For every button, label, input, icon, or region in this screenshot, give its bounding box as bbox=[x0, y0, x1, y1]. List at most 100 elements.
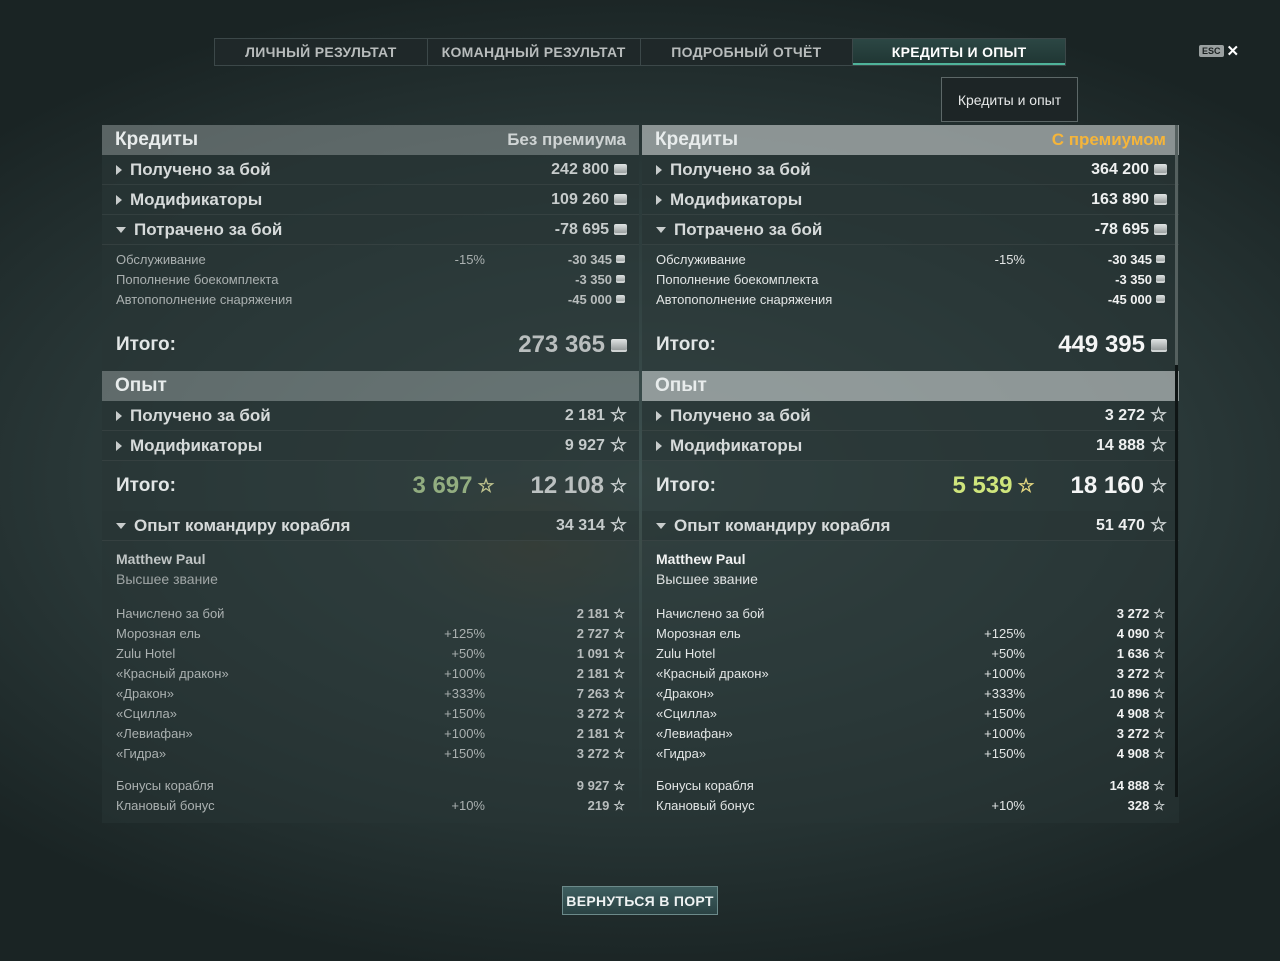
return-to-port-button[interactable]: ВЕРНУТЬСЯ В ПОРТ bbox=[562, 886, 718, 915]
modifiers-label: Модификаторы bbox=[670, 189, 803, 209]
earned-label: Получено за бой bbox=[670, 159, 811, 179]
xp-star-icon: ☆ bbox=[1153, 777, 1165, 793]
xp-modifiers-label: Модификаторы bbox=[670, 435, 803, 455]
xp-modifiers-value: 9 927 bbox=[564, 436, 605, 454]
xp-star-icon: ☆ bbox=[613, 777, 625, 793]
triangle-down-icon bbox=[656, 522, 666, 529]
credits-total-value: 273 365 bbox=[518, 331, 605, 358]
commander-name: Matthew Paul bbox=[656, 551, 746, 567]
supply-line: Автопополнение снаряжения -45 000 bbox=[116, 289, 625, 309]
commander-xp-row[interactable]: Опыт командиру корабля 51 470 ☆ bbox=[642, 511, 1179, 541]
credits-earned-row[interactable]: Получено за бой 364 200 bbox=[642, 155, 1179, 185]
credits-coin-icon bbox=[616, 255, 625, 263]
account-mode-label: С премиумом bbox=[1051, 130, 1166, 149]
credits-total-label: Итого: bbox=[656, 334, 716, 355]
credits-coin-icon bbox=[616, 295, 625, 303]
xp-star-icon: ☆ bbox=[477, 475, 495, 497]
xp-title: Опыт bbox=[115, 375, 167, 396]
service-line: Обслуживание -15% -30 345 bbox=[116, 249, 625, 269]
commander-name: Matthew Paul bbox=[116, 551, 206, 567]
credits-modifiers-row[interactable]: Модификаторы 163 890 bbox=[642, 185, 1179, 215]
xp-earned-value: 3 272 bbox=[1104, 406, 1145, 424]
xp-star-icon: ☆ bbox=[613, 797, 625, 813]
service-line: Обслуживание -15% -30 345 bbox=[656, 249, 1165, 269]
xp-total-row: Итого: 3 697 ☆ 12 108 ☆ bbox=[102, 461, 639, 511]
xp-earned-value: 2 181 bbox=[564, 406, 605, 424]
ship-xp-total-value: 3 697 bbox=[412, 472, 473, 499]
xp-star-icon: ☆ bbox=[613, 605, 625, 621]
xp-earned-label: Получено за бой bbox=[130, 405, 271, 425]
xp-star-icon: ☆ bbox=[1153, 725, 1165, 741]
xp-total-label: Итого: bbox=[656, 475, 716, 496]
tab-detailed-report[interactable]: ПОДРОБНЫЙ ОТЧЁТ bbox=[641, 39, 854, 65]
spent-label: Потрачено за бой bbox=[674, 219, 823, 239]
commander-rank: Высшее звание bbox=[116, 571, 218, 587]
xp-modifiers-row[interactable]: Модификаторы 14 888 ☆ bbox=[642, 431, 1179, 461]
xp-star-icon: ☆ bbox=[609, 435, 627, 456]
triangle-right-icon bbox=[656, 410, 662, 421]
triangle-right-icon bbox=[116, 194, 122, 205]
commander-xp-row[interactable]: Опыт командиру корабля 34 314 ☆ bbox=[102, 511, 639, 541]
commander-xp-label: Опыт командиру корабля bbox=[134, 515, 351, 535]
xp-total-value: 12 108 bbox=[530, 472, 604, 499]
xp-earned-row[interactable]: Получено за бой 3 272 ☆ bbox=[642, 401, 1179, 431]
ship-bonus-line: Бонусы корабля 14 888 ☆ bbox=[656, 777, 1165, 793]
commander-xp-line: «Дракон» +333% 10 896 ☆ bbox=[656, 685, 1165, 701]
xp-total-label: Итого: bbox=[116, 475, 176, 496]
credits-title: Кредиты bbox=[115, 129, 199, 150]
spent-value: -78 695 bbox=[554, 220, 609, 238]
commander-xp-line: Морозная ель +125% 2 727 ☆ bbox=[116, 625, 625, 641]
credits-earned-row[interactable]: Получено за бой 242 800 bbox=[102, 155, 639, 185]
spent-value: -78 695 bbox=[1094, 220, 1149, 238]
xp-star-icon: ☆ bbox=[1149, 515, 1167, 536]
xp-star-icon: ☆ bbox=[613, 625, 625, 641]
credits-spent-row[interactable]: Потрачено за бой -78 695 bbox=[642, 215, 1179, 245]
credits-coin-icon bbox=[614, 194, 627, 205]
credits-coin-icon bbox=[611, 338, 627, 352]
tab-credits-and-xp[interactable]: КРЕДИТЫ И ОПЫТ bbox=[853, 39, 1065, 65]
xp-star-icon: ☆ bbox=[613, 745, 625, 761]
tab-team-result[interactable]: КОМАНДНЫЙ РЕЗУЛЬТАТ bbox=[428, 39, 641, 65]
credits-header: Кредиты Без премиума bbox=[102, 125, 639, 155]
xp-star-icon: ☆ bbox=[1153, 625, 1165, 641]
xp-star-icon: ☆ bbox=[1153, 685, 1165, 701]
commander-xp-lines: Начислено за бой 3 272 ☆ Морозная ель +125% 4… bbox=[656, 603, 1165, 763]
close-icon: ✕ bbox=[1226, 43, 1240, 60]
ship-bonus-line: Бонусы корабля 9 927 ☆ bbox=[116, 777, 625, 793]
xp-star-icon: ☆ bbox=[1149, 475, 1167, 497]
commander-rank: Высшее звание bbox=[656, 571, 758, 587]
tab-tooltip: Кредиты и опыт bbox=[941, 77, 1078, 122]
commander-xp-line: «Сцилла» +150% 3 272 ☆ bbox=[116, 705, 625, 721]
commander-xp-line: Начислено за бой 2 181 ☆ bbox=[116, 605, 625, 621]
xp-star-icon: ☆ bbox=[1149, 405, 1167, 426]
scrollbar-thumb[interactable] bbox=[1175, 125, 1178, 365]
xp-star-icon: ☆ bbox=[1017, 475, 1035, 497]
xp-star-icon: ☆ bbox=[613, 725, 625, 741]
xp-star-icon: ☆ bbox=[613, 705, 625, 721]
xp-star-icon: ☆ bbox=[1153, 605, 1165, 621]
commander-xp-value: 51 470 bbox=[1096, 516, 1145, 534]
xp-total-row: Итого: 5 539 ☆ 18 160 ☆ bbox=[642, 461, 1179, 511]
credits-coin-icon bbox=[1151, 338, 1167, 352]
commander-xp-line: «Левиафан» +100% 2 181 ☆ bbox=[116, 725, 625, 741]
scrollbar[interactable] bbox=[1175, 125, 1178, 797]
triangle-down-icon bbox=[116, 226, 126, 233]
xp-star-icon: ☆ bbox=[1153, 645, 1165, 661]
no-premium-panel: Кредиты Без премиума Получено за бой 242… bbox=[102, 125, 639, 823]
commander-xp-line: «Красный дракон» +100% 3 272 ☆ bbox=[656, 665, 1165, 681]
earned-value: 242 800 bbox=[551, 160, 609, 178]
spent-details: Обслуживание -15% -30 345 Пополнение боеко… bbox=[102, 245, 639, 319]
close-button[interactable]: ESC ✕ bbox=[1199, 42, 1239, 60]
credits-spent-row[interactable]: Потрачено за бой -78 695 bbox=[102, 215, 639, 245]
credits-total-label: Итого: bbox=[116, 334, 176, 355]
xp-modifiers-label: Модификаторы bbox=[130, 435, 263, 455]
spent-details: Обслуживание -15% -30 345 Пополнение боеко… bbox=[642, 245, 1179, 319]
credits-modifiers-row[interactable]: Модификаторы 109 260 bbox=[102, 185, 639, 215]
xp-modifiers-row[interactable]: Модификаторы 9 927 ☆ bbox=[102, 431, 639, 461]
credits-coin-icon bbox=[1154, 194, 1167, 205]
xp-earned-row[interactable]: Получено за бой 2 181 ☆ bbox=[102, 401, 639, 431]
tab-personal-result[interactable]: ЛИЧНЫЙ РЕЗУЛЬТАТ bbox=[215, 39, 428, 65]
credits-title: Кредиты bbox=[655, 129, 739, 150]
xp-modifiers-value: 14 888 bbox=[1096, 436, 1145, 454]
commander-xp-value: 34 314 bbox=[556, 516, 605, 534]
